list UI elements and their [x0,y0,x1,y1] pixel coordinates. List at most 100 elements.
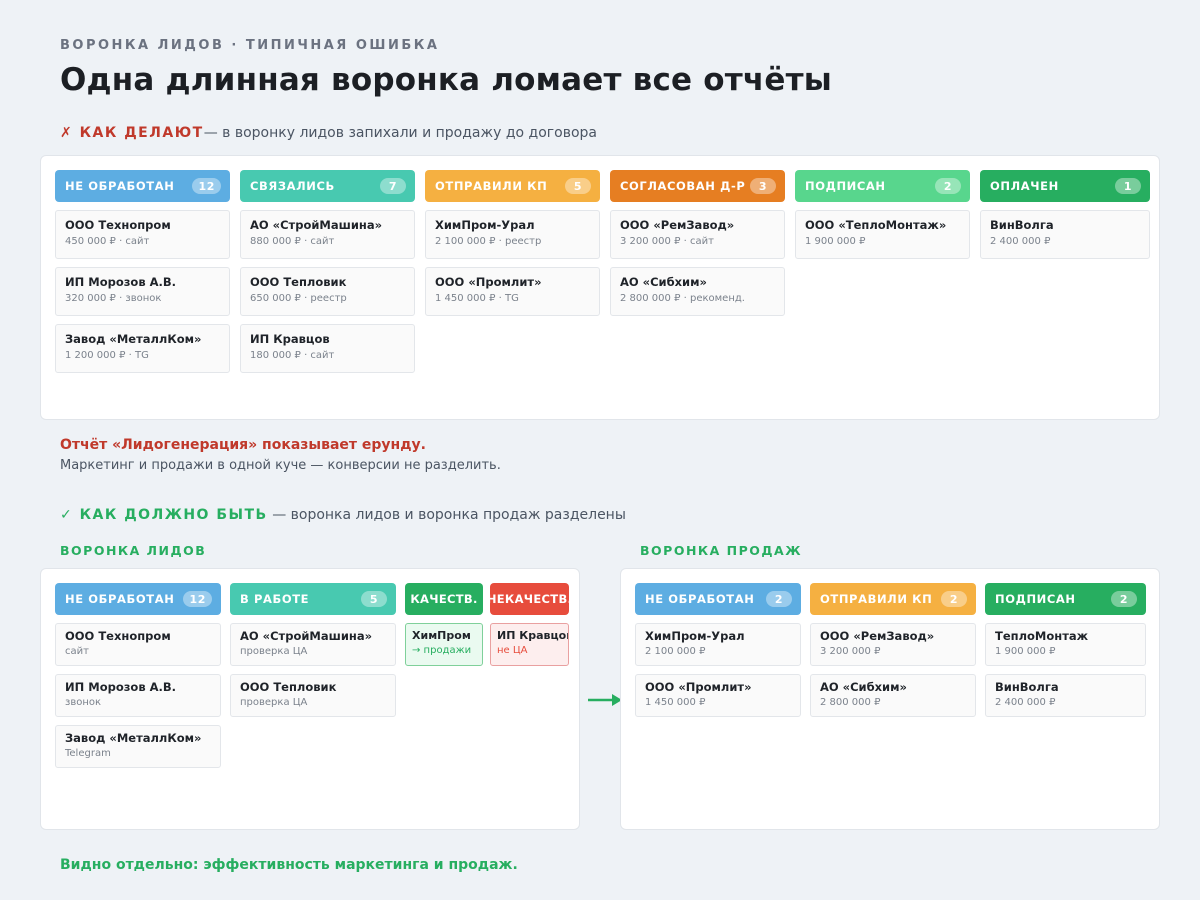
lead-card[interactable]: ООО «РемЗавод» 3 200 000 ₽ · сайт [610,210,785,259]
sales-column-not-processed: НЕ ОБРАБОТАН 2 ХимПром-Урал 2 100 000 ₽ О… [635,583,801,717]
deal-card[interactable]: ООО «РемЗавод» 3 200 000 ₽ [810,623,976,666]
card-meta: не ЦА [497,645,528,656]
card-name: АО «Сибхим» [820,680,907,694]
leads-column-qualified: КАЧЕСТВ. ХимПром → продажи [405,583,483,666]
lead-card-unqualified[interactable]: ИП Кравцов не ЦА [490,623,569,666]
card-meta: 180 000 ₽ · сайт [250,350,335,361]
consequence-title: Отчёт «Лидогенерация» показывает ерунду. [60,437,426,453]
column-count-badge: 5 [565,178,591,194]
lead-card[interactable]: ВинВолга 2 400 000 ₽ [980,210,1150,259]
card-meta: 2 800 000 ₽ [820,697,881,708]
column-header[interactable]: СВЯЗАЛИСЬ 7 [240,170,415,202]
card-name: ООО «РемЗавод» [820,629,935,643]
lead-card[interactable]: ХимПром-Урал 2 100 000 ₽ · реестр [425,210,600,259]
column-header[interactable]: ПОДПИСАН 2 [985,583,1146,615]
lead-card[interactable]: ООО Технопром 450 000 ₽ · сайт [55,210,230,259]
deal-card[interactable]: ВинВолга 2 400 000 ₽ [985,674,1146,717]
lead-card[interactable]: ИП Кравцов 180 000 ₽ · сайт [240,324,415,373]
card-name: ИП Кравцов [250,332,330,346]
lead-card[interactable]: АО «СтройМашина» 880 000 ₽ · сайт [240,210,415,259]
column-header[interactable]: ОТПРАВИЛИ КП 5 [425,170,600,202]
card-name: Завод «МеталлКом» [65,731,202,745]
column-header[interactable]: ПОДПИСАН 2 [795,170,970,202]
column-label: ПОДПИСАН [805,179,886,193]
column-header[interactable]: НЕ ОБРАБОТАН 12 [55,170,230,202]
wrong-funnel-board: НЕ ОБРАБОТАН 12 ООО Технопром 450 000 ₽ ·… [40,155,1160,420]
conclusion-text: Видно отдельно: эффективность маркетинга… [60,857,518,873]
column-label: ОТПРАВИЛИ КП [435,179,548,193]
card-name: ООО «РемЗавод» [620,218,735,232]
wrong-description: — в воронку лидов запихали и продажу до … [203,125,597,141]
card-meta: сайт [65,646,89,657]
card-name: ИП Морозов А.В. [65,680,176,694]
column-header[interactable]: ОПЛАЧЕН 1 [980,170,1150,202]
column-count-badge: 3 [750,178,776,194]
card-name: ООО «Промлит» [435,275,542,289]
wrong-column-proposal-sent: ОТПРАВИЛИ КП 5 ХимПром-Урал 2 100 000 ₽ ·… [425,170,600,316]
card-name: ВинВолга [990,218,1054,232]
card-meta: проверка ЦА [240,646,308,657]
card-name: АО «Сибхим» [620,275,707,289]
card-meta: 3 200 000 ₽ · сайт [620,236,714,247]
deal-card[interactable]: АО «Сибхим» 2 800 000 ₽ [810,674,976,717]
card-meta: 2 400 000 ₽ [995,697,1056,708]
right-section-heading: ✓ КАК ДОЛЖНО БЫТЬ — воронка лидов и воро… [60,507,626,523]
wrong-column-not-processed: НЕ ОБРАБОТАН 12 ООО Технопром 450 000 ₽ ·… [55,170,230,373]
card-name: ИП Кравцов [497,629,569,642]
wrong-column-signed: ПОДПИСАН 2 ООО «ТеплоМонтаж» 1 900 000 ₽ [795,170,970,259]
lead-card[interactable]: ИП Морозов А.В. 320 000 ₽ · звонок [55,267,230,316]
column-label: ОТПРАВИЛИ КП [820,592,933,606]
column-header[interactable]: НЕ ОБРАБОТАН 12 [55,583,221,615]
lead-card[interactable]: Завод «МеталлКом» 1 200 000 ₽ · TG [55,324,230,373]
column-header[interactable]: ОТПРАВИЛИ КП 2 [810,583,976,615]
column-label: СОГЛАСОВАН Д-Р [620,179,746,193]
wrong-column-paid: ОПЛАЧЕН 1 ВинВолга 2 400 000 ₽ [980,170,1150,259]
deal-card[interactable]: ТеплоМонтаж 1 900 000 ₽ [985,623,1146,666]
column-label: КАЧЕСТВ. [410,592,478,606]
lead-card[interactable]: ООО Тепловик 650 000 ₽ · реестр [240,267,415,316]
card-name: ТеплоМонтаж [995,629,1089,643]
column-count-badge: 2 [935,178,961,194]
arrow-right-icon [588,694,622,706]
card-name: ХимПром-Урал [645,629,745,643]
lead-card[interactable]: ООО Технопром сайт [55,623,221,666]
card-name: ООО Технопром [65,218,171,232]
deal-card[interactable]: ООО «Промлит» 1 450 000 ₽ [635,674,801,717]
column-count-badge: 2 [941,591,967,607]
wrong-mark: ✗ КАК ДЕЛАЮТ [60,125,204,141]
lead-card[interactable]: ООО «ТеплоМонтаж» 1 900 000 ₽ [795,210,970,259]
column-header[interactable]: НЕ ОБРАБОТАН 2 [635,583,801,615]
consequence-text: Маркетинг и продажи в одной куче — конве… [60,458,501,473]
card-meta: Telegram [65,748,111,759]
card-meta: 2 800 000 ₽ · рекоменд. [620,293,745,304]
card-meta: 1 450 000 ₽ [645,697,706,708]
card-meta: 1 200 000 ₽ · TG [65,350,149,361]
wrong-column-contract-agreed: СОГЛАСОВАН Д-Р 3 ООО «РемЗавод» 3 200 000… [610,170,785,316]
leads-column-in-progress: В РАБОТЕ 5 АО «СтройМашина» проверка ЦА О… [230,583,396,717]
lead-card[interactable]: ООО Тепловик проверка ЦА [230,674,396,717]
column-count-badge: 7 [380,178,406,194]
lead-card[interactable]: АО «Сибхим» 2 800 000 ₽ · рекоменд. [610,267,785,316]
card-meta: 1 450 000 ₽ · TG [435,293,519,304]
wrong-column-contacted: СВЯЗАЛИСЬ 7 АО «СтройМашина» 880 000 ₽ · … [240,170,415,373]
column-header[interactable]: КАЧЕСТВ. [405,583,483,615]
lead-card[interactable]: ООО «Промлит» 1 450 000 ₽ · TG [425,267,600,316]
lead-card[interactable]: АО «СтройМашина» проверка ЦА [230,623,396,666]
column-header[interactable]: СОГЛАСОВАН Д-Р 3 [610,170,785,202]
card-name: ХимПром-Урал [435,218,535,232]
card-meta: 880 000 ₽ · сайт [250,236,335,247]
card-name: ВинВолга [995,680,1059,694]
lead-card[interactable]: Завод «МеталлКом» Telegram [55,725,221,768]
card-name: ООО «Промлит» [645,680,752,694]
column-header[interactable]: НЕКАЧЕСТВ. [490,583,569,615]
card-name: ООО Тепловик [250,275,347,289]
card-meta: → продажи [412,645,472,656]
column-count-badge: 5 [361,591,387,607]
lead-card-qualified[interactable]: ХимПром → продажи [405,623,483,666]
column-count-badge: 2 [1111,591,1137,607]
leads-column-not-processed: НЕ ОБРАБОТАН 12 ООО Технопром сайт ИП Мор… [55,583,221,768]
card-name: АО «СтройМашина» [250,218,383,232]
column-header[interactable]: В РАБОТЕ 5 [230,583,396,615]
deal-card[interactable]: ХимПром-Урал 2 100 000 ₽ [635,623,801,666]
lead-card[interactable]: ИП Морозов А.В. звонок [55,674,221,717]
